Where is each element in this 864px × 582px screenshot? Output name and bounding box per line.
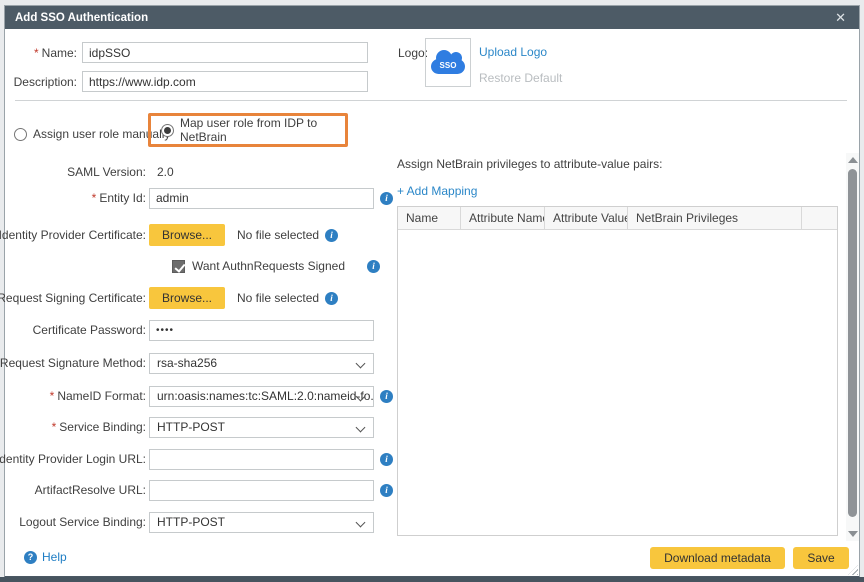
authn-signed-label: Want AuthnRequests Signed [192, 259, 345, 273]
saml-version-label: SAML Version: [5, 165, 146, 179]
upload-logo-link[interactable]: Upload Logo [479, 45, 547, 59]
request-signature-method-row: Request Signature Method: rsa-sha256 [5, 352, 374, 374]
artifact-resolve-url-row: ArtifactResolve URL: i [5, 479, 393, 501]
chevron-down-icon [356, 517, 366, 527]
restore-default-link: Restore Default [479, 71, 562, 85]
cloud-icon: SSO [431, 59, 465, 74]
entity-id-label: * Entity Id: [5, 191, 146, 205]
vertical-scrollbar[interactable] [846, 153, 859, 541]
radio-map-idp-label: Map user role from IDP to NetBrain [180, 116, 345, 144]
request-signing-certificate-label: Request Signing Certificate: [5, 291, 146, 305]
required-marker: * [34, 46, 39, 60]
add-sso-authentication-dialog: Add SSO Authentication ✕ * Name: Descrip… [4, 5, 860, 578]
artifact-resolve-url-field[interactable] [149, 480, 374, 501]
certificate-password-label: Certificate Password: [5, 323, 146, 337]
idp-login-url-row: * Identity Provider Login URL: i [5, 448, 393, 470]
help-icon: ? [24, 551, 37, 564]
service-binding-select[interactable]: HTTP-POST [149, 417, 374, 438]
idp-certificate-info-icon[interactable]: i [325, 229, 338, 242]
idp-certificate-browse-button[interactable]: Browse... [149, 224, 225, 246]
mapping-table-body [398, 230, 837, 535]
dialog-title: Add SSO Authentication [15, 12, 148, 24]
mapping-panel-title: Assign NetBrain privileges to attribute-… [397, 157, 662, 171]
request-signing-certificate-row: Request Signing Certificate: Browse... N… [5, 287, 338, 309]
scrollbar-thumb[interactable] [848, 169, 857, 517]
idp-login-url-label: * Identity Provider Login URL: [5, 452, 146, 466]
name-label: * Name: [5, 46, 77, 60]
mapping-table: Name Attribute Name ... Attribute Value … [397, 206, 838, 536]
mapping-table-header: Name Attribute Name ... Attribute Value … [398, 207, 837, 230]
certificate-password-field[interactable] [149, 320, 374, 341]
download-metadata-button[interactable]: Download metadata [650, 547, 785, 569]
radio-selected-icon[interactable] [161, 124, 174, 137]
help-label: Help [42, 550, 67, 564]
saml-version-row: SAML Version: 2.0 [5, 161, 174, 183]
logout-service-binding-select[interactable]: HTTP-POST [149, 512, 374, 533]
sso-badge-text: SSO [431, 61, 465, 70]
page-background-strip [0, 577, 864, 582]
column-header-netbrain-privileges[interactable]: NetBrain Privileges [628, 207, 802, 229]
add-mapping-link[interactable]: + Add Mapping [397, 184, 477, 198]
idp-login-url-info-icon[interactable]: i [380, 453, 393, 466]
request-signing-certificate-browse-button[interactable]: Browse... [149, 287, 225, 309]
saml-version-value: 2.0 [149, 165, 174, 179]
scroll-up-icon[interactable] [848, 157, 858, 163]
close-icon[interactable]: ✕ [832, 10, 849, 26]
entity-id-info-icon[interactable]: i [380, 192, 393, 205]
nameid-format-row: * NameID Format: urn:oasis:names:tc:SAML… [5, 385, 393, 407]
column-header-empty [802, 207, 837, 229]
description-field[interactable] [82, 71, 368, 92]
request-signing-certificate-file-status: No file selected [237, 291, 319, 305]
entity-id-row: * Entity Id: i [5, 187, 393, 209]
dialog-titlebar: Add SSO Authentication ✕ [5, 6, 859, 29]
sso-logo: SSO [425, 38, 471, 87]
entity-id-field[interactable] [149, 188, 374, 209]
description-label: Description: [5, 75, 77, 89]
nameid-format-select[interactable]: urn:oasis:names:tc:SAML:2.0:nameid-fo... [149, 386, 374, 407]
idp-certificate-label: Identity Provider Certificate: [5, 228, 146, 242]
service-binding-row: * Service Binding: HTTP-POST [5, 416, 374, 438]
logo-label: Logo: [398, 46, 428, 60]
certificate-password-row: Certificate Password: [5, 319, 374, 341]
section-divider [15, 100, 847, 101]
authn-signed-checkbox[interactable] [172, 260, 185, 273]
help-link[interactable]: ? Help [24, 550, 67, 564]
radio-unselected-icon[interactable] [14, 128, 27, 141]
request-signature-method-label: Request Signature Method: [5, 356, 146, 370]
request-signing-certificate-info-icon[interactable]: i [325, 292, 338, 305]
idp-certificate-file-status: No file selected [237, 228, 319, 242]
nameid-format-info-icon[interactable]: i [380, 390, 393, 403]
idp-certificate-row: Identity Provider Certificate: Browse...… [5, 224, 338, 246]
radio-assign-manual[interactable]: Assign user role manually [14, 123, 170, 145]
artifact-resolve-url-info-icon[interactable]: i [380, 484, 393, 497]
orange-highlight-box: Map user role from IDP to NetBrain [148, 113, 348, 147]
request-signature-method-select[interactable]: rsa-sha256 [149, 353, 374, 374]
logout-service-binding-row: Logout Service Binding: HTTP-POST [5, 511, 374, 533]
chevron-down-icon [356, 422, 366, 432]
column-header-attribute-value[interactable]: Attribute Value ... [545, 207, 628, 229]
radio-map-idp[interactable]: Map user role from IDP to NetBrain [161, 116, 345, 144]
authn-signed-row: Want AuthnRequests Signed i [172, 255, 380, 277]
logout-service-binding-label: Logout Service Binding: [5, 515, 146, 529]
chevron-down-icon [356, 358, 366, 368]
resize-handle[interactable] [848, 565, 858, 575]
scroll-down-icon[interactable] [848, 531, 858, 537]
column-header-name[interactable]: Name [398, 207, 461, 229]
artifact-resolve-url-label: ArtifactResolve URL: [5, 483, 146, 497]
save-button[interactable]: Save [793, 547, 849, 569]
idp-login-url-field[interactable] [149, 449, 374, 470]
dialog-body: * Name: Description: Logo: SSO Upload Lo… [5, 29, 859, 576]
nameid-format-label: * NameID Format: [5, 389, 146, 403]
service-binding-label: * Service Binding: [5, 420, 146, 434]
name-field[interactable] [82, 42, 368, 63]
authn-signed-info-icon[interactable]: i [367, 260, 380, 273]
column-header-attribute-name[interactable]: Attribute Name ... [461, 207, 545, 229]
